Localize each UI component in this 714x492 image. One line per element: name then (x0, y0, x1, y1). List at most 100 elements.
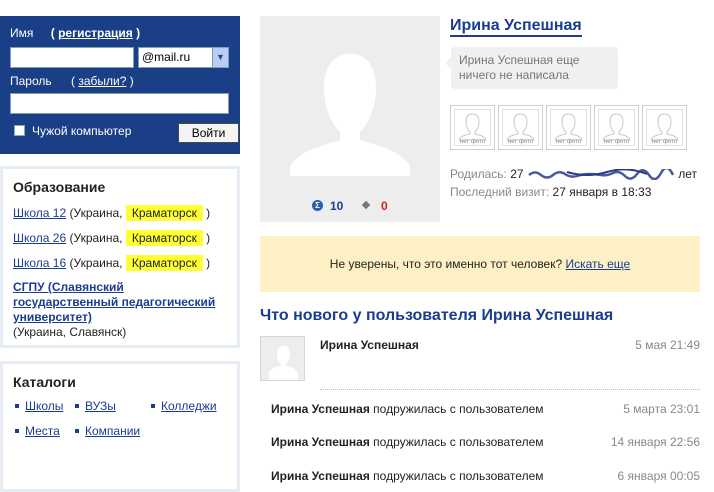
password-row: Пароль ( забыли? ) (10, 74, 230, 88)
friend-thumbnail[interactable]: нет фото (642, 105, 687, 150)
birth-info: Родилась: 27 лет (450, 167, 697, 181)
divider (320, 389, 700, 390)
feed-event: Ирина Успешная подружилась с пользовател… (271, 435, 544, 449)
domain-select[interactable]: @mail.ru ▼ (138, 47, 229, 68)
catalog-item-schools[interactable]: Школы (15, 399, 63, 413)
school-close: ) (206, 206, 211, 220)
catalog-link[interactable]: Компании (85, 424, 140, 438)
no-photo-label: нет фото (603, 139, 630, 145)
friend-thumbnail[interactable]: нет фото (450, 105, 495, 150)
password-input[interactable] (10, 93, 229, 114)
no-photo-label: нет фото (459, 139, 486, 145)
registration-group: ( регистрация ) (51, 26, 140, 40)
avatar-silhouette-icon (269, 346, 298, 380)
born-value-suffix: лет (678, 167, 698, 181)
profile-counters: Σ 10 0 (260, 199, 440, 217)
school-city: Краматорск (125, 255, 203, 271)
event-user[interactable]: Ирина Успешная (271, 402, 370, 416)
event-user[interactable]: Ирина Успешная (271, 435, 370, 449)
bullet-icon (75, 428, 79, 433)
sigma-icon: Σ (312, 200, 323, 211)
catalogs-box: Каталоги Школы ВУЗы Колледжи Места Компа… (0, 361, 240, 492)
catalog-link[interactable]: Школы (25, 399, 63, 413)
status-text: Ирина Успешная еще ничего не написала (459, 53, 580, 82)
forgot-paren-close: ) (129, 74, 134, 88)
feed-event: Ирина Успешная подружилась с пользовател… (271, 402, 544, 416)
visit-value: 27 января в 18:33 (552, 185, 652, 199)
no-photo-label: нет фото (651, 139, 678, 145)
school-country: (Украина, (69, 231, 123, 245)
foreign-computer-label: Чужой компьютер (32, 124, 132, 138)
visit-label: Последний визит: (450, 185, 550, 199)
reg-paren-open: ( (50, 26, 55, 40)
school-country: (Украина, (69, 256, 123, 270)
login-panel: Имя ( регистрация ) @mail.ru ▼ Пароль ( … (0, 16, 240, 154)
catalog-item-places[interactable]: Места (15, 424, 60, 438)
domain-select-value: @mail.ru (142, 50, 191, 64)
post-avatar[interactable] (260, 336, 305, 381)
event-time: 6 января 00:05 (617, 469, 700, 483)
school-link[interactable]: Школа 12 (13, 206, 66, 220)
school-country: (Украина, (69, 206, 123, 220)
forgot-group: ( забыли? ) (71, 74, 134, 88)
catalogs-title: Каталоги (13, 374, 76, 390)
chevron-down-icon[interactable]: ▼ (212, 48, 228, 67)
school-link[interactable]: Школа 16 (13, 256, 66, 270)
profile-name[interactable]: Ирина Успешная (450, 17, 582, 37)
bullet-icon (15, 403, 19, 408)
counter-2[interactable]: 0 (381, 199, 388, 213)
school-city: Краматорск (125, 230, 203, 246)
born-value-prefix: 27 (510, 167, 524, 181)
feed-event: Ирина Успешная подружилась с пользовател… (271, 469, 544, 483)
university-location: (Украина, Славянск) (13, 325, 127, 339)
catalog-item-universities[interactable]: ВУЗы (75, 399, 116, 413)
post-time: 5 мая 21:49 (635, 338, 700, 352)
login-name-row: Имя ( регистрация ) (10, 26, 230, 42)
not-sure-notice: Не уверены, что это именно тот человек? … (260, 236, 700, 292)
login-name-label: Имя (10, 26, 34, 40)
no-photo-label: нет фото (555, 139, 582, 145)
last-visit: Последний визит: 27 января в 18:33 (450, 185, 651, 199)
event-action: подружилась с пользователем (373, 469, 544, 483)
feed-title: Что нового у пользователя Ирина Успешная (260, 307, 614, 324)
bullet-icon (151, 403, 155, 408)
catalog-link[interactable]: ВУЗы (85, 399, 116, 413)
password-label: Пароль (10, 74, 52, 88)
school-link[interactable]: Школа 26 (13, 231, 66, 245)
school-item: Школа 16 (Украина, Краматорск ) (13, 253, 227, 278)
school-close: ) (206, 231, 211, 245)
friend-thumbnail[interactable]: нет фото (498, 105, 543, 150)
redaction-scribble-icon (528, 169, 675, 181)
counter-1[interactable]: 10 (330, 199, 343, 213)
school-close: ) (206, 256, 211, 270)
notice-text: Не уверены, что это именно тот человек? (329, 257, 563, 271)
event-user[interactable]: Ирина Успешная (271, 469, 370, 483)
no-photo-label: нет фото (507, 139, 534, 145)
event-time: 14 января 22:56 (610, 435, 700, 449)
registration-link[interactable]: регистрация (58, 26, 133, 40)
catalog-link[interactable]: Места (25, 424, 60, 438)
school-item: Школа 12 (Украина, Краматорск ) (13, 203, 227, 228)
catalog-link[interactable]: Колледжи (161, 399, 217, 413)
friend-thumbnail[interactable]: нет фото (594, 105, 639, 150)
university-link[interactable]: СГПУ (Славянский государственный педагог… (13, 280, 227, 325)
event-action: подружилась с пользователем (373, 402, 544, 416)
university-item: СГПУ (Славянский государственный педагог… (13, 280, 227, 340)
avatar-silhouette-icon (290, 54, 410, 176)
login-input[interactable] (10, 47, 134, 68)
education-title: Образование (13, 179, 106, 195)
login-button[interactable]: Войти (178, 123, 239, 143)
diamond-icon (361, 200, 371, 210)
event-time: 5 марта 23:01 (623, 402, 700, 416)
catalog-item-colleges[interactable]: Колледжи (151, 399, 217, 413)
event-action: подружилась с пользователем (373, 435, 544, 449)
forgot-password-link[interactable]: забыли? (78, 74, 126, 88)
bullet-icon (75, 403, 79, 408)
post-author[interactable]: Ирина Успешная (320, 338, 419, 352)
search-more-link[interactable]: Искать еще (566, 257, 631, 271)
profile-photo[interactable]: Σ 10 0 (260, 16, 440, 222)
friend-thumbnail[interactable]: нет фото (546, 105, 591, 150)
status-bubble: Ирина Успешная еще ничего не написала (445, 47, 618, 89)
foreign-computer-checkbox[interactable] (14, 125, 25, 136)
catalog-item-companies[interactable]: Компании (75, 424, 140, 438)
